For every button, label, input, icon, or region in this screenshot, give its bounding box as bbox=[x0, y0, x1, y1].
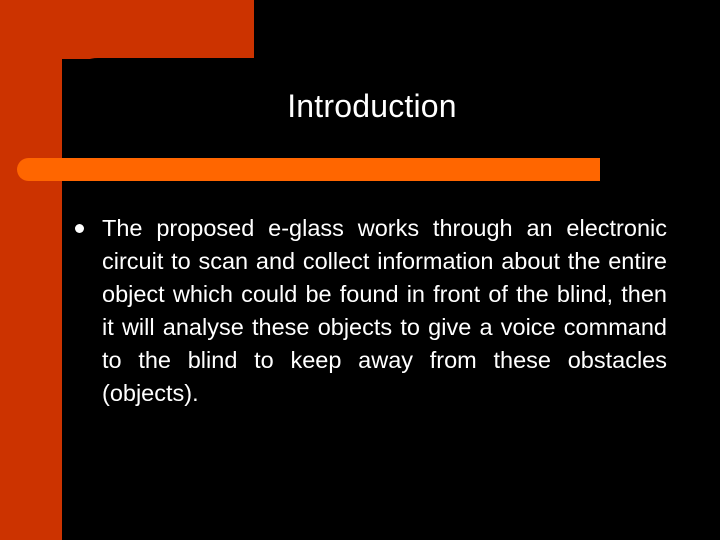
decorative-red-top-block bbox=[0, 0, 254, 59]
slide-body: The proposed e-glass works through an el… bbox=[75, 212, 667, 443]
bullet-text: The proposed e-glass works through an el… bbox=[102, 215, 667, 406]
list-item: The proposed e-glass works through an el… bbox=[75, 212, 667, 443]
bullet-icon bbox=[75, 224, 84, 233]
decorative-orange-rule bbox=[17, 158, 600, 181]
slide-title: Introduction bbox=[287, 88, 457, 124]
presentation-slide: Introduction The proposed e-glass works … bbox=[0, 0, 720, 540]
decorative-red-left-bar bbox=[0, 0, 62, 540]
